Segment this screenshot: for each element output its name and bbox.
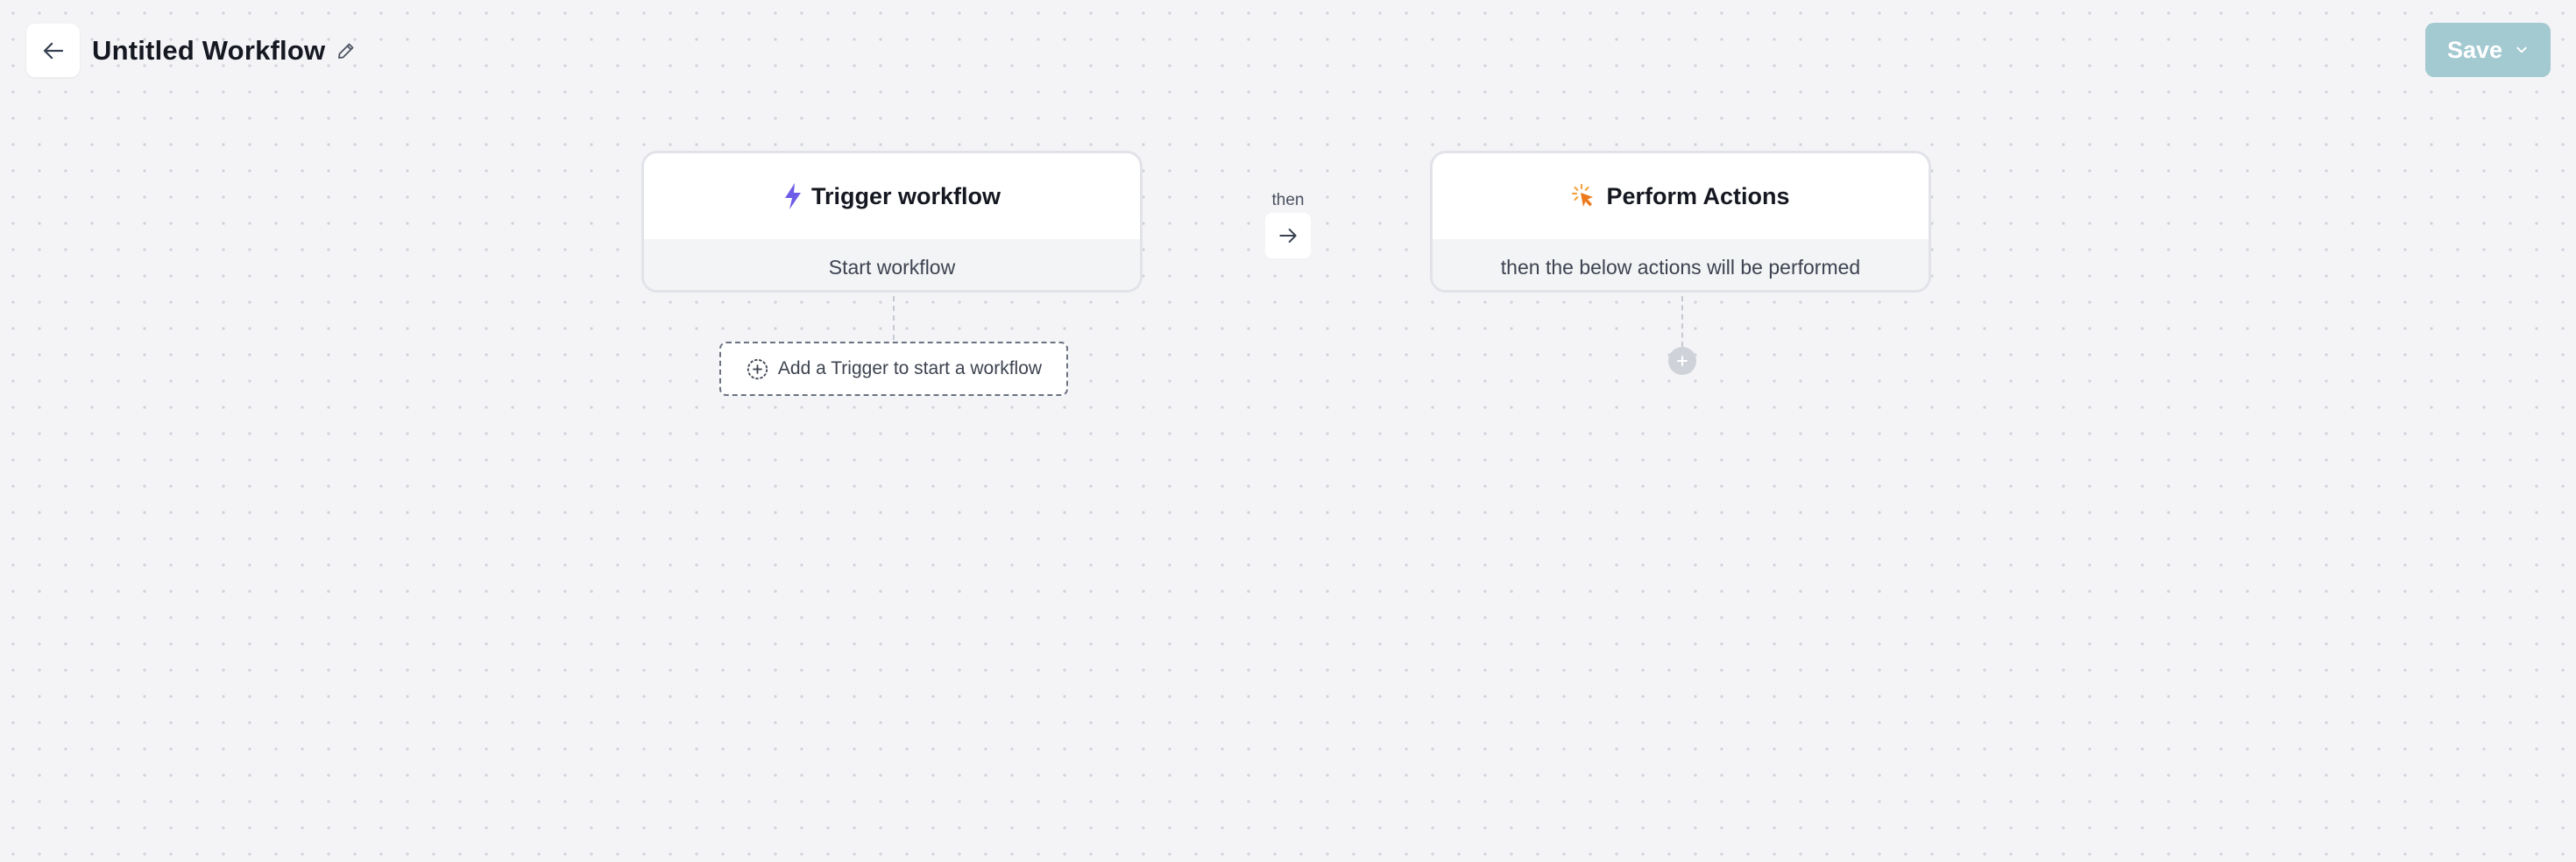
edit-title-button[interactable]: [336, 40, 357, 61]
back-button[interactable]: [26, 24, 80, 77]
lightning-icon: [784, 183, 801, 209]
plus-icon: [1677, 356, 1688, 366]
arrow-right-icon: [1279, 228, 1297, 244]
workflow-title[interactable]: Untitled Workflow: [92, 35, 325, 67]
pencil-icon: [338, 43, 354, 59]
add-trigger-label: Add a Trigger to start a workflow: [777, 358, 1043, 378]
add-trigger-button[interactable]: Add a Trigger to start a workflow: [719, 342, 1068, 396]
workflow-title-area: Untitled Workflow: [92, 24, 357, 77]
actions-connector-line: [1681, 296, 1683, 347]
chevron-down-icon[interactable]: [2515, 43, 2529, 57]
click-cursor-icon: [1572, 183, 1594, 207]
trigger-card-title: Trigger workflow: [810, 182, 1001, 209]
connector-label: then: [1271, 191, 1305, 209]
add-action-button[interactable]: [1668, 347, 1696, 375]
save-label: Save: [2446, 36, 2503, 63]
arrow-left-icon: [43, 42, 63, 59]
actions-card-title: Perform Actions: [1606, 182, 1790, 209]
trigger-card-header: Trigger workflow: [644, 153, 1140, 239]
trigger-connector-line: [893, 296, 895, 340]
plus-circle-icon: [747, 358, 768, 379]
actions-card[interactable]: Perform Actions then the below actions w…: [1430, 151, 1931, 293]
connector-arrow: [1265, 213, 1311, 258]
trigger-card[interactable]: Trigger workflow Start workflow: [641, 151, 1143, 293]
trigger-card-subtitle: Start workflow: [644, 239, 1140, 290]
save-button[interactable]: Save: [2425, 23, 2551, 77]
actions-card-header: Perform Actions: [1433, 153, 1928, 239]
actions-card-subtitle: then the below actions will be performed: [1433, 239, 1928, 290]
